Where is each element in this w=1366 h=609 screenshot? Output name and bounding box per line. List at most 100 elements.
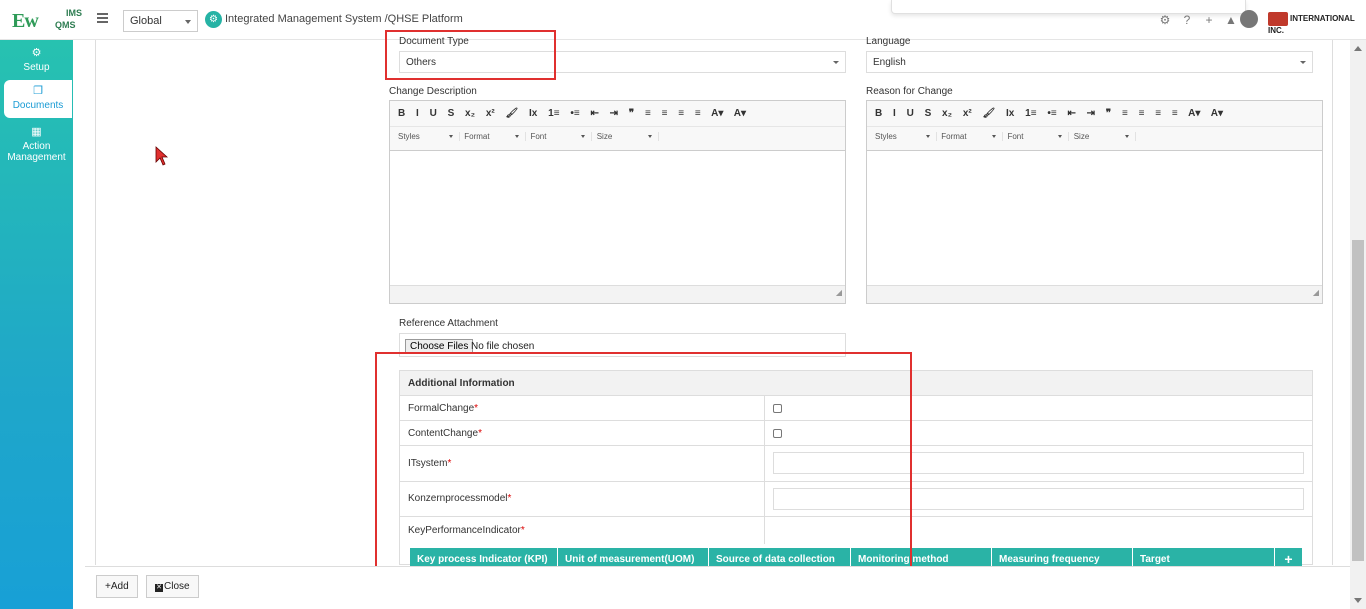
underline-icon[interactable]: U [907, 108, 914, 119]
add-kpi-row-button[interactable]: + [1275, 548, 1302, 568]
table-row: ContentChange* [400, 421, 1312, 446]
outdent-icon[interactable]: ⇤ [590, 108, 598, 119]
strike-icon[interactable]: S [925, 108, 932, 119]
size-dropdown[interactable]: Size [1074, 132, 1136, 141]
bg-color-icon[interactable]: A▾ [734, 108, 746, 119]
row-label: FormalChange* [408, 403, 478, 414]
blockquote-icon[interactable]: ❞ [629, 108, 634, 119]
align-justify-icon[interactable]: ≡ [695, 108, 701, 119]
font-dropdown[interactable]: Font [530, 132, 593, 141]
bold-icon[interactable]: B [398, 108, 405, 119]
change-description-editor[interactable]: B I U S x₂ x² 🖌 Ix 1≡ •≡ ⇤ ⇥ ❞ ≡ ≡ ≡ ≡ A… [389, 100, 846, 304]
scope-select[interactable]: Global [123, 10, 198, 32]
format-dropdown[interactable]: Format [941, 132, 1004, 141]
required-marker: * [474, 403, 479, 414]
page-scrollbar[interactable] [1350, 40, 1366, 609]
styles-dropdown[interactable]: Styles [398, 132, 460, 141]
ewqms-logo[interactable]: Ew IMS QMS [8, 8, 86, 34]
sidebar-item-label: Setup [23, 62, 50, 73]
gears-icon: ⚙ [31, 47, 42, 59]
content-change-label: ContentChange [408, 428, 479, 439]
documents-icon: ❐ [33, 85, 43, 97]
styles-dropdown[interactable]: Styles [875, 132, 937, 141]
formal-change-checkbox[interactable] [773, 404, 782, 413]
additional-info-table: Additional Information FormalChange* Con… [399, 370, 1313, 565]
required-marker: * [447, 458, 452, 469]
action-bar [85, 566, 1350, 609]
language-select[interactable]: English [866, 51, 1313, 73]
bullet-list-icon[interactable]: •≡ [1047, 108, 1056, 119]
itsystem-input[interactable] [773, 452, 1304, 474]
editor-resize-handle[interactable] [390, 285, 845, 303]
sidebar-item-setup[interactable]: ⚙ Setup [0, 44, 73, 78]
language-label: Language [866, 36, 911, 47]
sidebar-item-label: Action Management [7, 141, 66, 163]
indent-icon[interactable]: ⇥ [610, 108, 618, 119]
bg-color-icon[interactable]: A▾ [1211, 108, 1223, 119]
scroll-down-icon[interactable] [1354, 598, 1362, 603]
scroll-up-icon[interactable] [1354, 46, 1362, 51]
add-icon[interactable]: + [1202, 13, 1216, 27]
panel-border-left [95, 40, 96, 565]
sidebar-item-documents[interactable]: ❐ Documents [4, 80, 72, 118]
table-row: KeyPerformanceIndicator* [400, 517, 1312, 544]
sidebar-item-action-management[interactable]: ▦ Action Management [0, 125, 73, 169]
align-right-icon[interactable]: ≡ [1155, 108, 1161, 119]
align-right-icon[interactable]: ≡ [678, 108, 684, 119]
indent-icon[interactable]: ⇥ [1087, 108, 1095, 119]
company-brand: INTERNATIONAL INC. [1268, 12, 1366, 35]
remove-format-icon[interactable]: Ix [1006, 108, 1014, 119]
blockquote-icon[interactable]: ❞ [1106, 108, 1111, 119]
add-button[interactable]: +Add [96, 575, 138, 598]
change-description-label: Change Description [389, 86, 477, 97]
editor-dropdowns: Styles Format Font Size [867, 127, 1322, 151]
italic-icon[interactable]: I [893, 108, 896, 119]
size-dropdown[interactable]: Size [597, 132, 659, 141]
reference-attachment-label: Reference Attachment [399, 318, 498, 329]
align-left-icon[interactable]: ≡ [645, 108, 651, 119]
konzernprocessmodel-input[interactable] [773, 488, 1304, 510]
choose-files-button[interactable]: Choose Files [405, 339, 474, 354]
superscript-icon[interactable]: x² [963, 108, 972, 119]
kpi-label: KeyPerformanceIndicator [408, 525, 521, 536]
numbered-list-icon[interactable]: 1≡ [548, 108, 559, 119]
align-left-icon[interactable]: ≡ [1122, 108, 1128, 119]
help-icon[interactable]: ? [1180, 13, 1194, 27]
reason-editor[interactable]: B I U S x₂ x² 🖌 Ix 1≡ •≡ ⇤ ⇥ ❞ ≡ ≡ ≡ ≡ A… [866, 100, 1323, 304]
target-column-header: Target [1133, 548, 1275, 568]
align-center-icon[interactable]: ≡ [1139, 108, 1145, 119]
content-change-checkbox[interactable] [773, 429, 782, 438]
strike-icon[interactable]: S [448, 108, 455, 119]
logo-text: Ew [12, 10, 39, 32]
paint-format-icon[interactable]: 🖌 [983, 108, 996, 119]
subscript-icon[interactable]: x₂ [465, 108, 475, 119]
document-type-select[interactable]: Others [399, 51, 846, 73]
align-center-icon[interactable]: ≡ [662, 108, 668, 119]
bell-icon[interactable]: ▲ [1224, 13, 1238, 27]
outdent-icon[interactable]: ⇤ [1067, 108, 1075, 119]
close-button[interactable]: ✕ Close [146, 575, 199, 598]
settings-icon[interactable]: ⚙ [1158, 13, 1172, 27]
menu-toggle-icon[interactable] [97, 13, 108, 23]
remove-format-icon[interactable]: Ix [529, 108, 537, 119]
font-dropdown[interactable]: Font [1007, 132, 1070, 141]
scroll-thumb[interactable] [1352, 240, 1364, 561]
numbered-list-icon[interactable]: 1≡ [1025, 108, 1036, 119]
format-dropdown[interactable]: Format [464, 132, 527, 141]
italic-icon[interactable]: I [416, 108, 419, 119]
superscript-icon[interactable]: x² [486, 108, 495, 119]
text-color-icon[interactable]: A▾ [711, 108, 723, 119]
user-avatar[interactable] [1240, 10, 1258, 28]
text-color-icon[interactable]: A▾ [1188, 108, 1200, 119]
paint-format-icon[interactable]: 🖌 [506, 108, 519, 119]
formal-change-label: FormalChange [408, 403, 475, 414]
subscript-icon[interactable]: x₂ [942, 108, 952, 119]
align-justify-icon[interactable]: ≡ [1172, 108, 1178, 119]
editor-resize-handle[interactable] [867, 285, 1322, 303]
underline-icon[interactable]: U [430, 108, 437, 119]
bullet-list-icon[interactable]: •≡ [570, 108, 579, 119]
table-row: Konzernprocessmodel* [400, 482, 1312, 517]
building-icon: ▦ [31, 126, 42, 138]
reference-attachment-input: Choose Files No file chosen [399, 333, 846, 357]
bold-icon[interactable]: B [875, 108, 882, 119]
